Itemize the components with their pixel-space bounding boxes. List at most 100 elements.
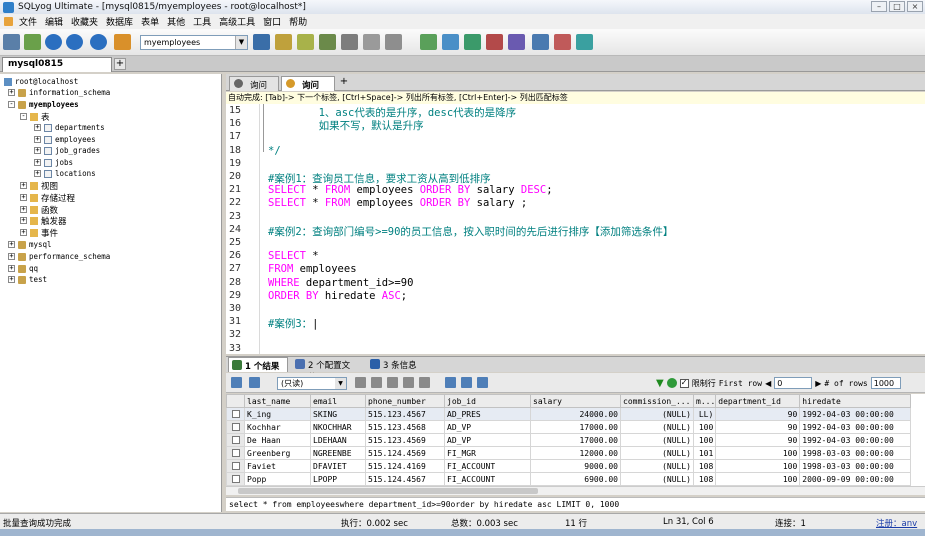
tree-node[interactable]: + 视图 [20,180,58,192]
limit-checkbox[interactable] [679,378,689,388]
table-row[interactable]: K_ing SKING 515.123.4567 AD_PRES 24000.00 (NU… [226,407,912,421]
tree-node[interactable]: + performance_schema [8,251,110,262]
menu-favorites[interactable]: 收藏夹 [69,15,104,28]
table-cell[interactable]: 100 [715,446,801,460]
column-header[interactable]: job_id [444,394,531,408]
table-cell[interactable]: 100 [692,433,717,447]
save-row-icon[interactable] [403,377,414,388]
table-row[interactable]: Faviet DFAVIET 515.124.4169 FI_ACCOUNT 9000.… [226,459,912,473]
menu-file[interactable]: 文件 [17,15,43,28]
table-cell[interactable]: Faviet [244,459,311,473]
row-checkbox[interactable] [226,407,245,421]
new-connection-icon[interactable] [3,34,20,50]
expand-icon[interactable]: + [8,241,15,248]
import-icon[interactable] [297,34,314,50]
menu-tools[interactable]: 工具 [191,15,217,28]
table-cell[interactable]: 90 [715,433,801,447]
table-cell[interactable]: FI_ACCOUNT [444,459,531,473]
new-query-icon[interactable] [24,34,41,50]
chevron-down-icon[interactable]: ▼ [335,378,346,389]
schedule-icon[interactable] [442,34,459,50]
designer-icon[interactable] [508,34,525,50]
prev-page-icon[interactable]: ◀ [765,379,771,388]
column-header[interactable]: department_id [715,394,801,408]
notification-icon[interactable] [576,34,593,50]
tree-node[interactable]: + qq [8,263,38,274]
tab-profiles[interactable]: 2 个配置文件 [292,357,362,383]
table-cell[interactable]: 515.124.4169 [365,459,445,473]
table-cell[interactable]: 6900.00 [530,472,621,486]
next-page-icon[interactable]: ▶ [815,379,821,388]
table-cell[interactable]: 1998-03-03 00:00:00 [799,459,912,473]
new-query-tab-button[interactable]: + [338,77,350,89]
table-cell[interactable]: FI_MGR [444,446,531,460]
profiler-icon[interactable] [532,34,549,50]
restore-icon[interactable] [363,34,380,50]
table-cell[interactable]: AD_VP [444,420,531,434]
tree-root[interactable]: root@localhost [4,76,78,87]
filter-icon[interactable]: ▼ [656,378,664,389]
expand-icon[interactable]: + [34,170,41,177]
menu-help[interactable]: 帮助 [287,15,313,28]
schema-icon[interactable] [114,34,131,50]
table-cell[interactable]: 108 [692,459,717,473]
result-mode-select[interactable]: (只读) ▼ [277,377,347,390]
table-cell[interactable]: 17000.00 [530,433,621,447]
tree-node[interactable]: + information_schema [8,87,110,98]
refresh-icon[interactable] [90,34,107,50]
form-view-icon[interactable] [461,377,472,388]
database-select[interactable]: myemployees ▼ [140,35,248,50]
first-row-input[interactable] [774,377,813,389]
table-cell[interactable]: 100 [715,459,801,473]
table-cell[interactable]: 90 [715,420,801,434]
export-result-icon[interactable] [231,377,242,388]
table-cell[interactable]: 515.123.4568 [365,420,445,434]
expand-icon[interactable]: + [20,229,27,236]
table-cell[interactable]: 90 [715,407,801,421]
checkbox-icon[interactable] [231,449,240,457]
expand-icon[interactable]: + [20,182,27,189]
user-manager-icon[interactable] [253,34,270,50]
menu-others[interactable]: 其他 [165,15,191,28]
table-cell[interactable]: LDEHAAN [310,433,366,447]
table-cell[interactable]: SKING [310,407,366,421]
table-cell[interactable]: 1992-04-03 00:00:00 [799,433,912,447]
app-menu-icon[interactable] [4,17,13,26]
horizontal-scrollbar[interactable] [226,486,925,495]
checkbox-icon[interactable] [231,462,240,470]
table-cell[interactable]: (NULL) [620,433,694,447]
table-cell[interactable]: LL) [692,407,717,421]
table-cell[interactable]: Kochhar [244,420,311,434]
expand-icon[interactable]: + [8,253,15,260]
column-header[interactable]: last_name [244,394,311,408]
backup-icon[interactable] [341,34,358,50]
tab-query-1[interactable]: 询问 [229,76,279,91]
text-view-icon[interactable] [477,377,488,388]
collapse-icon[interactable]: - [8,101,15,108]
tree-node[interactable]: + job_grades [34,145,100,156]
table-cell[interactable]: 100 [715,472,801,486]
table-cell[interactable]: DFAVIET [310,459,366,473]
tab-messages[interactable]: 3 条信息 [367,357,425,372]
table-cell[interactable]: 12000.00 [530,446,621,460]
expand-icon[interactable]: + [20,206,27,213]
table-cell[interactable]: Popp [244,472,311,486]
menu-edit[interactable]: 编辑 [43,15,69,28]
connection-tab[interactable]: mysql0815 [2,57,112,72]
table-cell[interactable]: (NULL) [620,407,694,421]
table-cell[interactable]: 515.124.4567 [365,472,445,486]
table-cell[interactable]: 17000.00 [530,420,621,434]
grid-icon[interactable] [385,34,402,50]
table-cell[interactable]: Greenberg [244,446,311,460]
sql-editor[interactable]: 15 16 17 18 19 20 21 22 23 24 25 26 27 28 29 30 31 32 33 1… [226,104,925,354]
checkbox-icon[interactable] [231,423,240,431]
checkbox-icon[interactable] [231,410,240,418]
table-cell[interactable]: (NULL) [620,446,694,460]
column-header[interactable]: phone_number [365,394,445,408]
row-checkbox[interactable] [226,446,245,460]
table-cell[interactable]: 515.123.4569 [365,433,445,447]
checkbox-icon[interactable] [231,475,240,483]
table-cell[interactable]: 9000.00 [530,459,621,473]
chevron-down-icon[interactable]: ▼ [235,36,247,49]
table-row[interactable]: Kochhar NKOCHHAR 515.123.4568 AD_VP 17000.00… [226,420,912,434]
